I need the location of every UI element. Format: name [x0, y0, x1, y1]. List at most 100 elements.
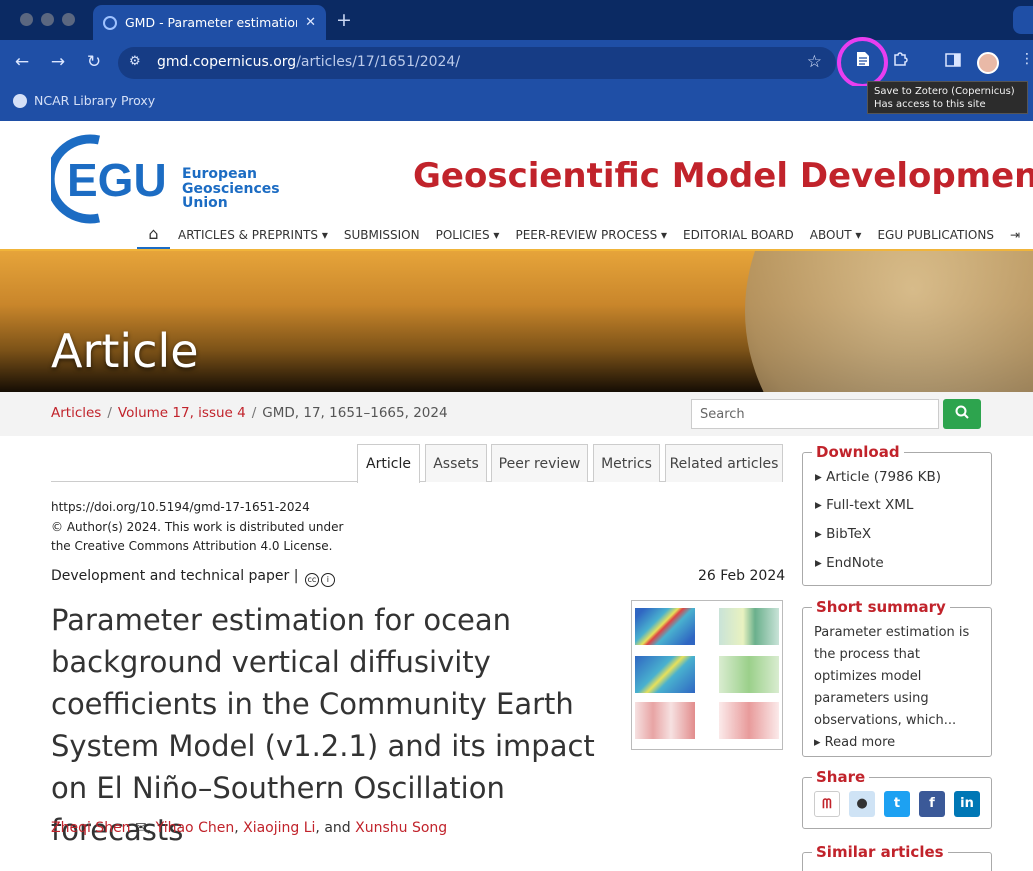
nav-submission[interactable]: SUBMISSION — [336, 228, 428, 242]
login-icon[interactable]: ⇥ — [1002, 228, 1028, 242]
nav-editorial-board[interactable]: EDITORIAL BOARD — [675, 228, 802, 242]
egu-logo[interactable]: EGU European Geosciences Union — [45, 130, 281, 226]
linkedin-icon[interactable]: in — [954, 791, 980, 817]
read-more-label: Read more — [824, 735, 896, 750]
breadcrumb-separator: / — [107, 405, 112, 421]
nav-policies[interactable]: POLICIES ▾ — [428, 228, 508, 242]
tab-related-articles[interactable]: Related articles — [665, 444, 783, 482]
download-full-text-xml[interactable]: ▸ Full-text XML — [815, 497, 913, 513]
attribution-icon[interactable]: i — [320, 573, 335, 587]
browser-tab-title: GMD - Parameter estimation f — [125, 15, 298, 30]
nav-label: ARTICLES & PREPRINTS — [178, 228, 318, 242]
download-title: Download — [812, 443, 904, 461]
facebook-icon[interactable]: f — [919, 791, 945, 817]
globe-image — [745, 251, 1033, 392]
download-bibtex[interactable]: ▸ BibTeX — [815, 526, 871, 542]
article-meta: https://doi.org/10.5194/gmd-17-1651-2024… — [51, 498, 343, 557]
bookmark-label: NCAR Library Proxy — [34, 93, 156, 108]
author-link[interactable]: Xiaojing Li — [243, 820, 315, 836]
twitter-icon[interactable]: t — [884, 791, 910, 817]
reload-icon[interactable]: ↻ — [83, 52, 105, 72]
breadcrumb-articles[interactable]: Articles — [51, 405, 101, 421]
home-icon[interactable]: ⌂ — [137, 220, 170, 250]
nav-label: PEER-REVIEW PROCESS — [515, 228, 658, 242]
zotero-tooltip: Save to Zotero (Copernicus) Has access t… — [867, 81, 1028, 114]
paper-type: Development and technical paper | cc i — [51, 568, 335, 587]
extensions-puzzle-icon[interactable] — [888, 51, 912, 75]
side-panel-icon[interactable] — [941, 51, 965, 75]
doi-link[interactable]: https://doi.org/10.5194/gmd-17-1651-2024 — [51, 498, 343, 518]
search-input[interactable]: Search — [691, 399, 939, 429]
summary-title: Short summary — [812, 598, 950, 616]
thumbnail-panel — [635, 656, 695, 693]
nav-egu-publications[interactable]: EGU PUBLICATIONS — [869, 228, 1002, 242]
reddit-icon[interactable]: ● — [849, 791, 875, 817]
share-box: Share ᗰ ● t f in — [802, 768, 992, 829]
banner-title: Article — [51, 324, 199, 378]
window-minimize-dot[interactable] — [41, 13, 54, 26]
journal-title[interactable]: Geoscientific Model Development — [413, 156, 1033, 196]
back-arrow-icon[interactable]: ← — [11, 52, 33, 72]
thumbnail-panel — [719, 608, 779, 645]
nav-articles-preprints[interactable]: ARTICLES & PREPRINTS ▾ — [170, 228, 336, 242]
nav-about[interactable]: ABOUT ▾ — [802, 228, 870, 242]
tab-peer-review[interactable]: Peer review — [491, 444, 588, 482]
copernicus-favicon-icon — [103, 15, 117, 30]
article-tabs: Article Assets Peer review Metrics Relat… — [51, 444, 783, 483]
address-bar[interactable]: ⚙ gmd.copernicus.org/articles/17/1651/20… — [118, 47, 836, 79]
egu-emblem-icon: EGU — [45, 134, 167, 224]
tooltip-line-2: Has access to this site — [874, 99, 986, 110]
similar-articles-box: Similar articles — [802, 843, 992, 871]
bookmark-ncar-proxy[interactable]: NCAR Library Proxy — [13, 93, 155, 108]
logo-text: European Geosciences Union — [182, 167, 280, 211]
browser-tab-active[interactable]: GMD - Parameter estimation f ✕ — [93, 5, 326, 40]
author-conjunction: and — [324, 820, 351, 836]
cc-license-icon[interactable]: cc — [304, 573, 319, 587]
license-text[interactable]: the Creative Commons Attribution 4.0 Lic… — [51, 537, 343, 557]
forward-arrow-icon[interactable]: → — [47, 52, 69, 72]
author-link[interactable]: Zheqi Shen — [51, 820, 131, 836]
thumbnail-panel — [635, 608, 695, 645]
download-article-pdf[interactable]: ▸ Article (7986 KB) — [815, 469, 941, 485]
bookmark-star-icon[interactable]: ☆ — [807, 52, 822, 72]
author-link[interactable]: Yihao Chen — [156, 820, 235, 836]
search-button[interactable] — [943, 399, 981, 429]
tab-search-button[interactable] — [1013, 6, 1033, 34]
publication-date: 26 Feb 2024 — [698, 568, 786, 584]
download-endnote[interactable]: ▸ EndNote — [815, 555, 884, 571]
author-link[interactable]: Xunshu Song — [355, 820, 447, 836]
tab-close-icon[interactable]: ✕ — [305, 15, 316, 30]
short-summary-box: Short summary Parameter estimation is th… — [802, 598, 992, 757]
nav-label: ABOUT — [809, 228, 852, 242]
breadcrumb-bar: Articles / Volume 17, issue 4 / GMD, 17, 165… — [0, 392, 1033, 436]
breadcrumb-volume[interactable]: Volume 17, issue 4 — [118, 405, 246, 421]
site-settings-icon[interactable]: ⚙ — [129, 54, 147, 72]
download-item-label: Full-text XML — [826, 497, 914, 513]
breadcrumb-separator: / — [251, 405, 257, 421]
main-nav: ⌂ ARTICLES & PREPRINTS ▾ SUBMISSION POLI… — [137, 220, 1028, 250]
download-item-label: EndNote — [826, 555, 884, 571]
summary-text: Parameter estimation is the process that… — [814, 622, 982, 754]
nav-peer-review[interactable]: PEER-REVIEW PROCESS ▾ — [507, 228, 675, 242]
window-maximize-dot[interactable] — [62, 13, 75, 26]
profile-avatar[interactable] — [977, 52, 999, 74]
browser-menu-icon[interactable]: ⋮ — [1020, 51, 1033, 67]
tab-article[interactable]: Article — [357, 444, 420, 483]
logo-letters: EGU — [67, 154, 167, 206]
tab-assets[interactable]: Assets — [425, 444, 487, 482]
url-path: /articles/17/1651/2024/ — [296, 54, 461, 70]
summary-body: Parameter estimation is the process that… — [814, 625, 970, 728]
url-text[interactable]: gmd.copernicus.org/articles/17/1651/2024… — [157, 54, 460, 70]
read-more-link[interactable]: ▸ Read more — [814, 735, 895, 750]
email-icon[interactable]: ✉ — [131, 820, 147, 836]
tab-metrics[interactable]: Metrics — [593, 444, 660, 482]
url-host: gmd.copernicus.org — [157, 54, 297, 70]
similar-title: Similar articles — [812, 843, 948, 861]
mendeley-icon[interactable]: ᗰ — [814, 791, 840, 817]
new-tab-icon[interactable]: + — [336, 9, 352, 31]
window-close-dot[interactable] — [20, 13, 33, 26]
nav-label: EGU PUBLICATIONS — [877, 228, 994, 242]
globe-icon — [13, 93, 27, 108]
graphical-abstract-thumbnail[interactable] — [631, 600, 783, 750]
breadcrumb: Articles / Volume 17, issue 4 / GMD, 17, 165… — [51, 405, 448, 421]
